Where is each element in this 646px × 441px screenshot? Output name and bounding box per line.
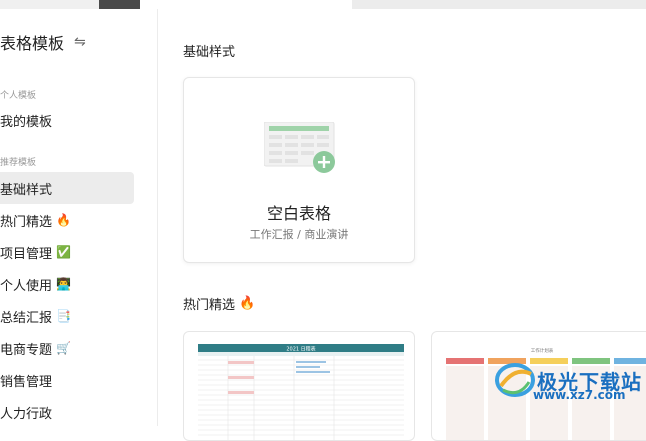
section-title-basic: 基础样式 xyxy=(183,45,236,60)
sidebar-item-label: 电商专题 xyxy=(0,342,53,358)
document-icon: 📑 xyxy=(56,309,71,323)
sidebar-item-label: 项目管理 xyxy=(0,246,53,262)
thumbnail-header-text: 工作计划表 xyxy=(531,347,554,354)
sidebar-title: 表格模板 ⇋ xyxy=(0,31,86,53)
sidebar-item-label: 热门精选 xyxy=(0,214,53,230)
sidebar-item-hot[interactable]: 热门精选 🔥 xyxy=(0,204,134,236)
section-label-recommended: 推荐模板 xyxy=(0,158,37,168)
person-computer-icon: 👨‍💻 xyxy=(56,277,71,291)
sidebar-item-label: 基础样式 xyxy=(0,182,53,198)
fire-icon: 🔥 xyxy=(239,296,256,311)
top-tab-strip xyxy=(0,0,646,9)
spreadsheet-icon xyxy=(264,122,335,173)
sidebar-item-summary[interactable]: 总结汇报 📑 xyxy=(0,300,134,332)
watermark-url: www.xz7.com xyxy=(533,388,626,402)
sidebar: 表格模板 ⇋ 个人模板 我的模板 推荐模板 基础样式 热门精选 🔥 项目管理 ✅… xyxy=(0,9,158,426)
sidebar-item-project[interactable]: 项目管理 ✅ xyxy=(0,236,134,268)
watermark-logo: 极光下载站 www.xz7.com xyxy=(493,360,642,402)
swap-icon[interactable]: ⇋ xyxy=(74,34,86,50)
sidebar-item-hr[interactable]: 人力行政 xyxy=(0,396,134,428)
tab-right[interactable] xyxy=(352,0,646,9)
tab-inactive[interactable] xyxy=(0,0,99,9)
hot-template-card[interactable]: 2021 日程表 xyxy=(183,331,415,441)
sidebar-item-my-templates[interactable]: 我的模板 xyxy=(0,104,134,136)
sidebar-item-label: 个人使用 xyxy=(0,278,53,294)
check-icon: ✅ xyxy=(56,245,71,259)
blank-card-subtitle: 工作汇报 / 商业演讲 xyxy=(249,228,349,241)
sidebar-item-personal[interactable]: 个人使用 👨‍💻 xyxy=(0,268,134,300)
blank-sheet-card[interactable]: 空白表格 工作汇报 / 商业演讲 xyxy=(183,77,415,263)
sidebar-item-sales[interactable]: 销售管理 xyxy=(0,364,134,396)
cart-icon: 🛒 xyxy=(56,341,71,355)
sidebar-item-label: 人力行政 xyxy=(0,406,53,422)
section-title-hot-text: 热门精选 xyxy=(183,298,236,313)
sidebar-item-label: 我的模板 xyxy=(0,114,53,130)
sidebar-item-basic[interactable]: 基础样式 xyxy=(0,172,134,204)
thumbnail-header-text: 2021 日程表 xyxy=(286,346,315,353)
blank-card-title: 空白表格 xyxy=(266,204,331,223)
section-title-hot: 热门精选 🔥 xyxy=(183,294,255,313)
section-label-personal: 个人模板 xyxy=(0,91,37,101)
watermark-swirl-icon xyxy=(495,363,535,397)
sidebar-title-text: 表格模板 xyxy=(0,34,65,53)
fire-icon: 🔥 xyxy=(56,213,71,227)
sidebar-item-label: 销售管理 xyxy=(0,374,53,390)
template-thumbnail: 2021 日程表 xyxy=(198,344,404,440)
sidebar-item-label: 总结汇报 xyxy=(0,310,53,326)
tab-dark[interactable] xyxy=(99,0,140,9)
sidebar-item-ecommerce[interactable]: 电商专题 🛒 xyxy=(0,332,134,364)
